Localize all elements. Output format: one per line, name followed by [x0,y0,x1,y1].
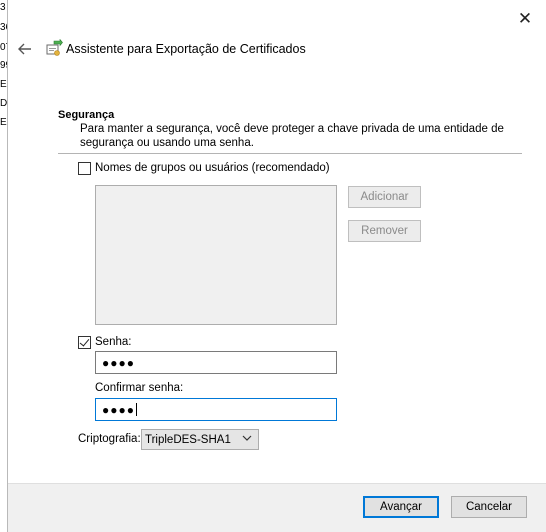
groups-users-list [95,185,337,325]
next-button[interactable]: Avançar [363,496,439,518]
groups-checkbox-label[interactable]: Nomes de grupos ou usuários (recomendado… [95,162,330,174]
certificate-export-wizard-dialog: ✕ Assistente para Exportação de Certific… [7,0,546,532]
certificate-export-icon [46,39,63,56]
section-title: Segurança [58,109,115,121]
chevron-down-icon [242,434,252,445]
section-description: Para manter a segurança, você deve prote… [80,123,504,149]
password-value: ●●●● [102,355,135,370]
encryption-label: Criptografia: [78,433,141,445]
confirm-password-field[interactable]: ●●●● [95,398,337,421]
add-button[interactable]: Adicionar [348,186,421,208]
text-caret [136,403,137,416]
close-icon: ✕ [517,9,533,28]
password-field[interactable]: ●●●● [95,351,337,374]
encryption-select[interactable]: TripleDES-SHA1 [141,429,259,450]
cancel-button[interactable]: Cancelar [451,496,527,518]
close-button[interactable]: ✕ [514,8,536,30]
confirm-password-value: ●●●● [102,402,135,417]
arrow-left-icon [18,43,31,55]
password-checkbox[interactable] [78,336,91,349]
back-button[interactable] [14,38,36,60]
wizard-title: Assistente para Exportação de Certificad… [66,42,306,56]
encryption-selected-value: TripleDES-SHA1 [145,433,231,446]
wizard-footer: Avançar Cancelar [8,483,546,532]
confirm-password-label: Confirmar senha: [95,382,184,394]
remove-button[interactable]: Remover [348,220,421,242]
background-text: 3 [0,2,6,13]
password-label[interactable]: Senha: [95,336,131,348]
groups-checkbox[interactable] [78,162,91,175]
section-divider [58,153,522,154]
